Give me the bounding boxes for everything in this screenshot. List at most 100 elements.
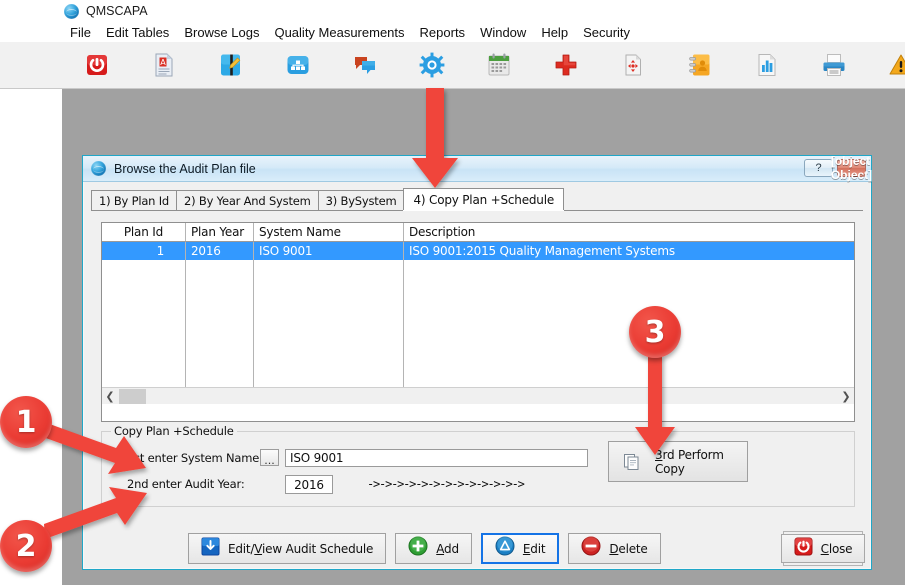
audit-plan-grid[interactable]: Plan Id Plan Year System Name Descriptio… <box>101 222 855 422</box>
toolbar-contacts-button[interactable] <box>681 46 719 84</box>
add-button[interactable]: Add <box>395 533 472 564</box>
contacts-book-icon <box>687 52 713 78</box>
toolbar-add-button[interactable] <box>547 46 585 84</box>
delete-button[interactable]: Delete <box>568 533 660 564</box>
toolbar: A <box>0 42 905 89</box>
tab-by-year-and-system[interactable]: 2) By Year And System <box>176 190 319 210</box>
browse-audit-plan-dialog: Browse the Audit Plan file ? [object Obj… <box>82 155 872 570</box>
power-icon <box>794 537 813 561</box>
grid-header-row: Plan Id Plan Year System Name Descriptio… <box>102 223 854 242</box>
menu-item-reports[interactable]: Reports <box>420 25 475 40</box>
menu-item-help[interactable]: Help <box>541 25 577 40</box>
svg-text:A: A <box>160 58 166 67</box>
close-icon: [object Object] <box>831 154 872 182</box>
toolbar-move-document-button[interactable] <box>614 46 652 84</box>
printer-icon <box>821 52 847 78</box>
close-icon-button[interactable]: [object Object] <box>837 159 866 177</box>
mdi-left-margin <box>0 89 62 585</box>
chat-bubbles-icon <box>352 52 378 78</box>
add-label: Add <box>436 542 459 556</box>
toolbar-chat-button[interactable] <box>346 46 384 84</box>
grid-horizontal-scrollbar[interactable]: ❮ ❯ <box>102 387 854 404</box>
arrow-flow-indicator: ->->->->->->->->->->->->-> <box>367 477 524 491</box>
power-icon <box>84 52 110 78</box>
cell-plan-year: 2016 <box>186 242 254 260</box>
dialog-window-buttons: ? [object Object] <box>804 159 866 177</box>
bar-chart-document-icon <box>754 52 780 78</box>
grid-body: 1 2016 ISO 9001 ISO 9001:2015 Quality Ma… <box>102 242 854 404</box>
close-button[interactable]: Close <box>781 534 866 563</box>
help-button-label: ? <box>815 162 821 174</box>
calendar-icon <box>486 52 512 78</box>
tabstrip: 1) By Plan Id 2) By Year And System 3) B… <box>91 189 863 211</box>
toolbar-power-button[interactable] <box>78 46 116 84</box>
dialog-title: Browse the Audit Plan file <box>114 162 256 176</box>
toolbar-notebook-edit-button[interactable] <box>212 46 250 84</box>
pdf-document-icon: A <box>151 52 177 78</box>
tab-by-system[interactable]: 3) BySystem <box>318 190 405 210</box>
app-titlebar: QMSCAPA <box>0 0 905 22</box>
grid-header-description[interactable]: Description <box>404 223 854 241</box>
menu-item-security[interactable]: Security <box>583 25 639 40</box>
green-plus-icon <box>408 536 428 561</box>
globe-icon <box>64 4 79 19</box>
toolbar-reports-button[interactable] <box>748 46 786 84</box>
menu-item-edit-tables[interactable]: Edit Tables <box>106 25 178 40</box>
edit-view-audit-schedule-label: Edit/View Audit Schedule <box>228 542 373 556</box>
audit-year-label: 2nd enter Audit Year: <box>127 477 245 491</box>
toolbar-warning-button[interactable] <box>882 46 905 84</box>
globe-icon <box>91 161 106 176</box>
toolbar-calendar-button[interactable] <box>480 46 518 84</box>
org-chart-icon <box>285 52 311 78</box>
grid-header-system-name[interactable]: System Name <box>254 223 404 241</box>
scroll-left-icon[interactable]: ❮ <box>102 388 118 404</box>
menu-item-browse-logs[interactable]: Browse Logs <box>184 25 268 40</box>
cell-plan-id: 1 <box>102 242 186 260</box>
toolbar-org-chart-button[interactable] <box>279 46 317 84</box>
menu-item-window[interactable]: Window <box>480 25 535 40</box>
toolbar-print-button[interactable] <box>815 46 853 84</box>
toolbar-settings-button[interactable] <box>413 46 451 84</box>
audit-year-input[interactable]: 2016 <box>285 475 333 494</box>
help-button[interactable]: ? <box>804 159 833 177</box>
dialog-titlebar: Browse the Audit Plan file ? [object Obj… <box>83 156 871 182</box>
screen-root: QMSCAPA File Edit Tables Browse Logs Qua… <box>0 0 905 585</box>
blue-arrow-down-icon <box>201 537 220 561</box>
notebook-edit-icon <box>218 52 244 78</box>
edit-button[interactable]: Edit <box>481 533 559 564</box>
menubar: File Edit Tables Browse Logs Quality Mea… <box>0 22 905 42</box>
copy-icon <box>623 453 641 471</box>
scrollbar-thumb[interactable] <box>119 389 146 404</box>
grid-column-lines <box>102 242 854 404</box>
cell-system-name: ISO 9001 <box>254 242 404 260</box>
blue-triangle-icon <box>495 536 515 561</box>
system-name-input[interactable]: ISO 9001 <box>285 449 588 467</box>
table-row[interactable]: 1 2016 ISO 9001 ISO 9001:2015 Quality Ma… <box>102 242 854 260</box>
red-plus-icon <box>553 52 579 78</box>
copy-plan-schedule-group: Copy Plan +Schedule 1st enter System Nam… <box>101 431 855 507</box>
dialog-button-row: Edit/View Audit Schedule Add <box>188 533 661 564</box>
scroll-right-icon[interactable]: ❯ <box>838 388 854 404</box>
tab-copy-plan-schedule[interactable]: 4) Copy Plan +Schedule <box>403 188 564 210</box>
tab-by-plan-id[interactable]: 1) By Plan Id <box>91 190 177 210</box>
group-legend: Copy Plan +Schedule <box>111 424 237 438</box>
system-name-browse-button[interactable]: ... <box>260 449 279 466</box>
ellipsis-icon: ... <box>264 456 275 465</box>
grid-header-plan-id[interactable]: Plan Id <box>102 223 186 241</box>
edit-label: Edit <box>523 542 545 556</box>
menu-item-file[interactable]: File <box>70 25 100 40</box>
grid-header-plan-year[interactable]: Plan Year <box>186 223 254 241</box>
delete-label: Delete <box>609 542 647 556</box>
move-document-icon <box>620 52 646 78</box>
system-name-label: 1st enter System Name: <box>127 451 263 465</box>
red-minus-icon <box>581 536 601 561</box>
gear-icon <box>419 52 445 78</box>
toolbar-pdf-document-button[interactable]: A <box>145 46 183 84</box>
warning-icon <box>888 52 905 78</box>
perform-copy-button[interactable]: 3rd Perform Copy <box>608 441 748 482</box>
menu-item-quality-measurements[interactable]: Quality Measurements <box>274 25 413 40</box>
edit-view-audit-schedule-button[interactable]: Edit/View Audit Schedule <box>188 533 386 564</box>
perform-copy-label: 3rd Perform Copy <box>655 448 747 476</box>
app-title: QMSCAPA <box>86 4 148 18</box>
cell-description: ISO 9001:2015 Quality Management Systems <box>404 242 854 260</box>
